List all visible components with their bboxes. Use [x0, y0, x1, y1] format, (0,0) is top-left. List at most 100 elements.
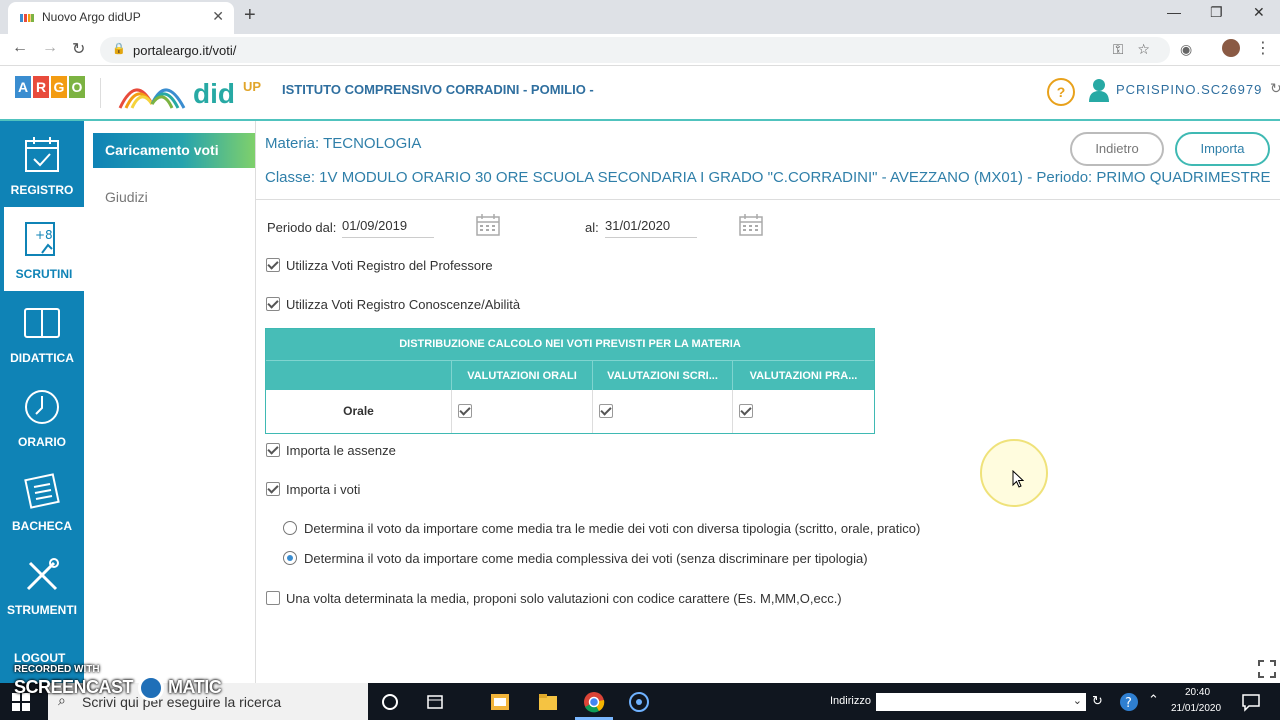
materia-title: Materia: TECNOLOGIA — [265, 135, 422, 152]
task-view-icon[interactable] — [424, 691, 446, 713]
browser-menu-icon[interactable]: ⋮ — [1255, 38, 1271, 58]
content-divider — [256, 199, 1280, 200]
chevron-down-icon[interactable]: ⌄ — [1073, 694, 1082, 707]
periodo-al-input[interactable]: 31/01/2020 — [605, 218, 697, 238]
window-close-icon[interactable]: ✕ — [1253, 4, 1265, 21]
user-icon — [1089, 79, 1109, 102]
nav-didattica[interactable]: DIDATTICA — [0, 291, 84, 375]
nav-orario[interactable]: ORARIO — [0, 375, 84, 459]
help-button[interactable]: ? — [1047, 78, 1075, 106]
chk-importa-voti[interactable] — [266, 482, 280, 496]
importa-button[interactable]: Importa — [1175, 132, 1270, 166]
calendar-icon[interactable] — [476, 214, 500, 236]
argo-logo: A R G O — [15, 76, 85, 98]
argo-favicon-icon — [20, 14, 34, 22]
table-row: Orale — [266, 390, 874, 433]
help-tray-icon[interactable]: ? — [1118, 691, 1140, 713]
al-label: al: — [585, 220, 599, 235]
indietro-button[interactable]: Indietro — [1070, 132, 1164, 166]
screencast-app-icon[interactable] — [628, 691, 650, 713]
app-header: A R G O did UP ISTITUTO COMPRENSIVO CORR… — [0, 66, 1280, 121]
tab-close-icon[interactable]: ✕ — [212, 8, 224, 25]
calendar-check-icon — [25, 137, 59, 172]
extension-icon[interactable]: ◉ — [1180, 41, 1192, 58]
submenu-caricamento-voti[interactable]: Caricamento voti — [93, 133, 255, 168]
classe-subtitle: Classe: 1V MODULO ORARIO 30 ORE SCUOLA S… — [265, 169, 1271, 186]
table-check-scritte[interactable] — [599, 404, 613, 418]
table-cell — [732, 390, 874, 433]
nav-registro[interactable]: REGISTRO — [0, 123, 84, 207]
radio-media-tipologia-label: Determina il voto da importare come medi… — [304, 521, 921, 536]
svg-text:+8: +8 — [35, 228, 53, 242]
board-icon — [24, 473, 60, 509]
clock-icon — [25, 390, 59, 424]
table-check-pratiche[interactable] — [739, 404, 753, 418]
browser-address-bar: ← → ↻ 🔒 portaleargo.it/voti/ ⚿☆ ◉ — [0, 34, 1280, 66]
back-icon[interactable]: ← — [12, 39, 28, 57]
chevron-up-icon[interactable]: ⌃ — [1148, 692, 1159, 708]
chrome-icon[interactable] — [583, 691, 605, 713]
chk-importa-voti-label: Importa i voti — [286, 482, 361, 497]
watermark-line2: SCREENCAST MATIC — [14, 675, 222, 701]
chk-importa-assenze-label: Importa le assenze — [286, 443, 396, 458]
didup-sup: UP — [243, 79, 262, 94]
reload-icon[interactable]: ↻ — [72, 39, 85, 59]
profile-avatar[interactable] — [1222, 39, 1240, 57]
didup-rainbow-logo — [118, 88, 186, 109]
browser-tab[interactable]: Nuovo Argo didUP ✕ — [8, 2, 234, 34]
radio-media-tipologia[interactable] — [283, 521, 297, 535]
periodo-label: Periodo dal: — [267, 220, 337, 235]
logout-button[interactable]: LOGOUT — [14, 651, 65, 665]
col-valutazioni-pratiche[interactable]: VALUTAZIONI PRA... — [732, 361, 874, 391]
row-label: Orale — [343, 404, 374, 418]
distribuzione-table: DISTRIBUZIONE CALCOLO NEI VOTI PREVISTI … — [265, 328, 875, 434]
nav-strumenti[interactable]: STRUMENTI — [0, 543, 84, 627]
url-text: portaleargo.it/voti/ — [133, 43, 237, 58]
maximize-icon[interactable]: ❐ — [1210, 4, 1223, 21]
col-valutazioni-orali[interactable]: VALUTAZIONI ORALI — [451, 361, 592, 391]
cortana-icon[interactable] — [379, 691, 401, 713]
clock-date[interactable]: 21/01/2020 — [1171, 703, 1221, 714]
chk-registro-conoscenze[interactable] — [266, 297, 280, 311]
go-icon[interactable]: ↻ — [1092, 693, 1103, 709]
book-icon — [24, 308, 60, 338]
forward-icon[interactable]: → — [42, 39, 58, 57]
table-check-orali[interactable] — [458, 404, 472, 418]
col-valutazioni-scritte[interactable]: VALUTAZIONI SCRI... — [592, 361, 732, 391]
scrutini-icon: +8 — [25, 222, 55, 256]
radio-media-complessiva[interactable] — [283, 551, 297, 565]
table-title: DISTRIBUZIONE CALCOLO NEI VOTI PREVISTI … — [266, 329, 874, 360]
chk-codice-carattere[interactable] — [266, 591, 280, 605]
chk-importa-assenze[interactable] — [266, 443, 280, 457]
tab-title: Nuovo Argo didUP — [42, 10, 141, 24]
calendar-icon[interactable] — [739, 214, 763, 236]
taskbar-address-label: Indirizzo — [830, 695, 871, 707]
nav-scrutini[interactable]: +8 SCRUTINI — [4, 207, 84, 291]
user-name[interactable]: PCRISPINO.SC26979 — [1116, 82, 1262, 97]
omnibox-icons[interactable]: ⚿☆ — [1113, 41, 1164, 58]
watermark-line1: RECORDED WITH — [14, 664, 100, 675]
main-sidebar: REGISTRO +8 SCRUTINI DIDATTICA ORARIO BA… — [0, 121, 84, 683]
clock-time: 20:40 — [1185, 687, 1211, 698]
table-cell — [592, 390, 732, 433]
submenu-giudizi[interactable]: Giudizi — [105, 189, 148, 205]
notifications-icon[interactable] — [1240, 691, 1262, 713]
file-explorer-icon[interactable] — [537, 691, 559, 713]
url-input[interactable]: 🔒 portaleargo.it/voti/ ⚿☆ — [100, 37, 1170, 63]
lock-icon: 🔒 — [112, 43, 126, 55]
new-tab-icon[interactable]: + — [244, 4, 256, 27]
chk-registro-professore[interactable] — [266, 258, 280, 272]
table-cell — [451, 390, 592, 433]
fullscreen-icon[interactable] — [1258, 660, 1276, 678]
radio-media-complessiva-label: Determina il voto da importare come medi… — [304, 551, 868, 566]
app-icon[interactable] — [489, 691, 511, 713]
screencast-watermark: RECORDED WITH SCREENCAST MATIC — [14, 664, 222, 701]
tools-icon — [26, 558, 59, 591]
table-header-row: VALUTAZIONI ORALI VALUTAZIONI SCRI... VA… — [266, 360, 874, 391]
refresh-icon[interactable]: ↻ — [1270, 80, 1280, 97]
minimize-icon[interactable]: — — [1167, 4, 1181, 20]
taskbar-address-input[interactable]: ⌄ — [876, 693, 1086, 711]
chk-registro-professore-label: Utilizza Voti Registro del Professore — [286, 258, 493, 273]
periodo-dal-input[interactable]: 01/09/2019 — [342, 218, 434, 238]
nav-bacheca[interactable]: BACHECA — [0, 459, 84, 543]
